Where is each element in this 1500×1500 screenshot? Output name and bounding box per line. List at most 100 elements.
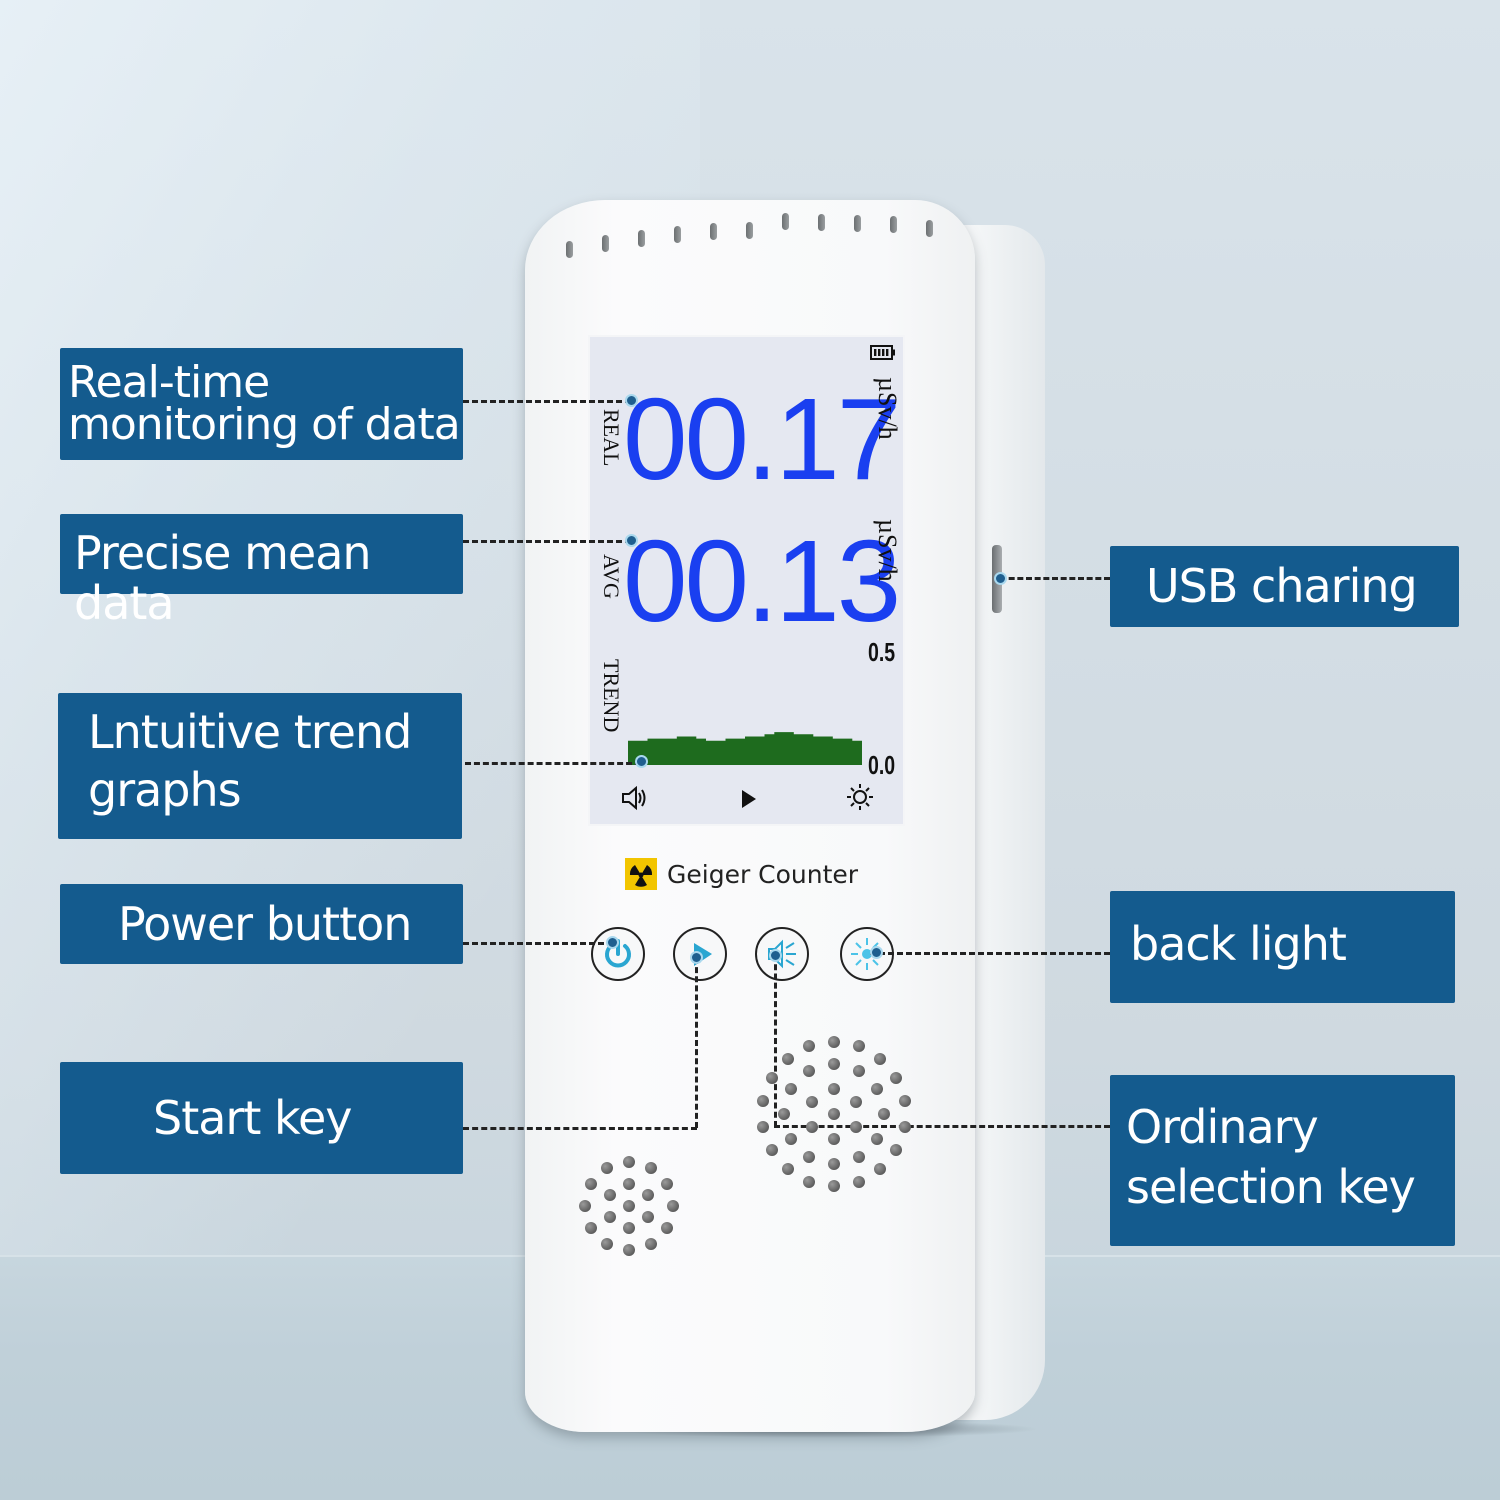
speaker-hole <box>849 1120 862 1133</box>
anchor-dot-usb <box>994 572 1007 585</box>
leader-mean <box>463 540 631 543</box>
speaker-hole <box>765 1072 778 1084</box>
real-label: REAL <box>599 409 624 467</box>
sun-icon <box>847 784 873 810</box>
vent-slot <box>926 220 933 237</box>
speaker-hole <box>778 1108 790 1120</box>
anchor-dot-trend <box>635 755 648 768</box>
vent-slot <box>674 226 681 243</box>
callout-realtime-monitoring: Real-time monitoring of data <box>60 348 463 460</box>
radiation-icon <box>625 858 657 890</box>
callout-realtime-line1: Real-time <box>68 357 270 408</box>
trend-graph <box>628 732 862 765</box>
speaker-hole <box>853 1064 865 1077</box>
callout-usb-charging: USB charing <box>1110 546 1459 627</box>
leader-start-v <box>695 958 698 1128</box>
real-unit: µSv/h <box>873 377 902 440</box>
vent-slot <box>854 215 861 232</box>
speaker-hole <box>661 1222 674 1234</box>
leader-backlight <box>870 952 1110 955</box>
brand-label: Geiger Counter <box>625 858 858 890</box>
speaker-hole <box>806 1120 819 1133</box>
speaker-hole <box>601 1238 613 1251</box>
speaker-hole <box>584 1222 597 1234</box>
callout-select-line2: selection key <box>1126 1160 1416 1214</box>
speaker-hole <box>849 1095 862 1108</box>
speaker-hole <box>579 1200 591 1212</box>
leader-usb <box>1000 577 1110 580</box>
speaker-hole <box>765 1144 778 1156</box>
anchor-dot-mean <box>625 534 638 547</box>
trend-scale-min: 0.0 <box>868 750 896 780</box>
speaker-hole <box>642 1211 655 1223</box>
speaker-hole <box>623 1222 635 1234</box>
battery-full-icon <box>870 345 895 360</box>
vent-slot <box>638 230 645 247</box>
speaker-hole <box>781 1163 794 1176</box>
speaker-hole <box>828 1180 840 1192</box>
play-icon <box>742 790 756 808</box>
speaker-hole <box>898 1120 911 1133</box>
speaker-hole <box>623 1200 635 1212</box>
speaker-hole <box>828 1083 840 1095</box>
callout-selection-key: Ordinary selection key <box>1110 1075 1455 1246</box>
callout-backlight-text: back light <box>1130 917 1347 971</box>
speaker-hole <box>645 1238 657 1251</box>
speaker-hole <box>781 1052 794 1065</box>
speaker-hole <box>878 1108 890 1120</box>
speaker-hole <box>828 1036 840 1048</box>
speaker-hole <box>584 1178 597 1190</box>
callout-power-button: Power button <box>60 884 463 964</box>
callout-start-text: Start key <box>153 1091 353 1145</box>
leader-start-h <box>463 1127 697 1130</box>
sound-select-button[interactable] <box>755 927 809 981</box>
callout-mean-data: Precise mean data <box>60 514 463 628</box>
speaker-hole <box>645 1161 657 1174</box>
trend-area <box>628 732 862 765</box>
callout-realtime-line2: monitoring of data <box>68 399 461 450</box>
callout-usb-text: USB charing <box>1146 559 1418 613</box>
speaker-hole <box>623 1156 635 1168</box>
speaker-hole <box>828 1133 840 1145</box>
speaker-hole <box>852 1040 865 1053</box>
vent-slot <box>890 216 897 233</box>
leader-trend <box>465 762 641 765</box>
vent-slot <box>746 222 753 239</box>
anchor-dot-start <box>690 951 703 964</box>
vent-slot <box>566 241 573 258</box>
speaker-hole <box>803 1175 816 1188</box>
power-button[interactable] <box>591 927 645 981</box>
leader-power <box>463 942 613 945</box>
vent-slot <box>818 214 825 231</box>
speaker-hole <box>784 1083 797 1095</box>
callout-power-text: Power button <box>118 897 412 951</box>
speaker-hole <box>603 1189 616 1201</box>
anchor-dot-select <box>769 949 782 962</box>
anchor-dot-backlight <box>870 946 883 959</box>
speaker-hole <box>667 1200 679 1212</box>
avg-reading: 00.13 <box>623 516 901 646</box>
callout-select-line1: Ordinary <box>1126 1100 1319 1154</box>
speaker-hole <box>623 1244 635 1256</box>
avg-label: AVG <box>599 554 624 599</box>
real-reading: 00.17 <box>623 374 901 504</box>
vent-slot <box>710 223 717 240</box>
leader-select-h <box>774 1125 1110 1128</box>
anchor-dot-realtime <box>625 394 638 407</box>
speaker-hole <box>603 1211 616 1223</box>
callout-trend-line2: graphs <box>88 763 242 817</box>
lcd-screen: REAL 00.17 µSv/h AVG 00.13 µSv/h TREND 0… <box>588 335 905 826</box>
speaker-hole <box>852 1175 865 1188</box>
speaker-hole <box>803 1064 815 1077</box>
speaker-hole <box>661 1178 674 1190</box>
vent-slot <box>602 235 609 252</box>
trend-label: TREND <box>599 659 624 733</box>
speaker-hole <box>828 1108 840 1120</box>
vent-slot <box>782 213 789 230</box>
speaker-hole <box>828 1058 840 1070</box>
brand-text: Geiger Counter <box>667 859 859 889</box>
speaker-icon <box>622 785 646 811</box>
anchor-dot-power <box>606 936 619 949</box>
speaker-hole <box>642 1189 655 1201</box>
callout-back-light: back light <box>1110 891 1455 1003</box>
